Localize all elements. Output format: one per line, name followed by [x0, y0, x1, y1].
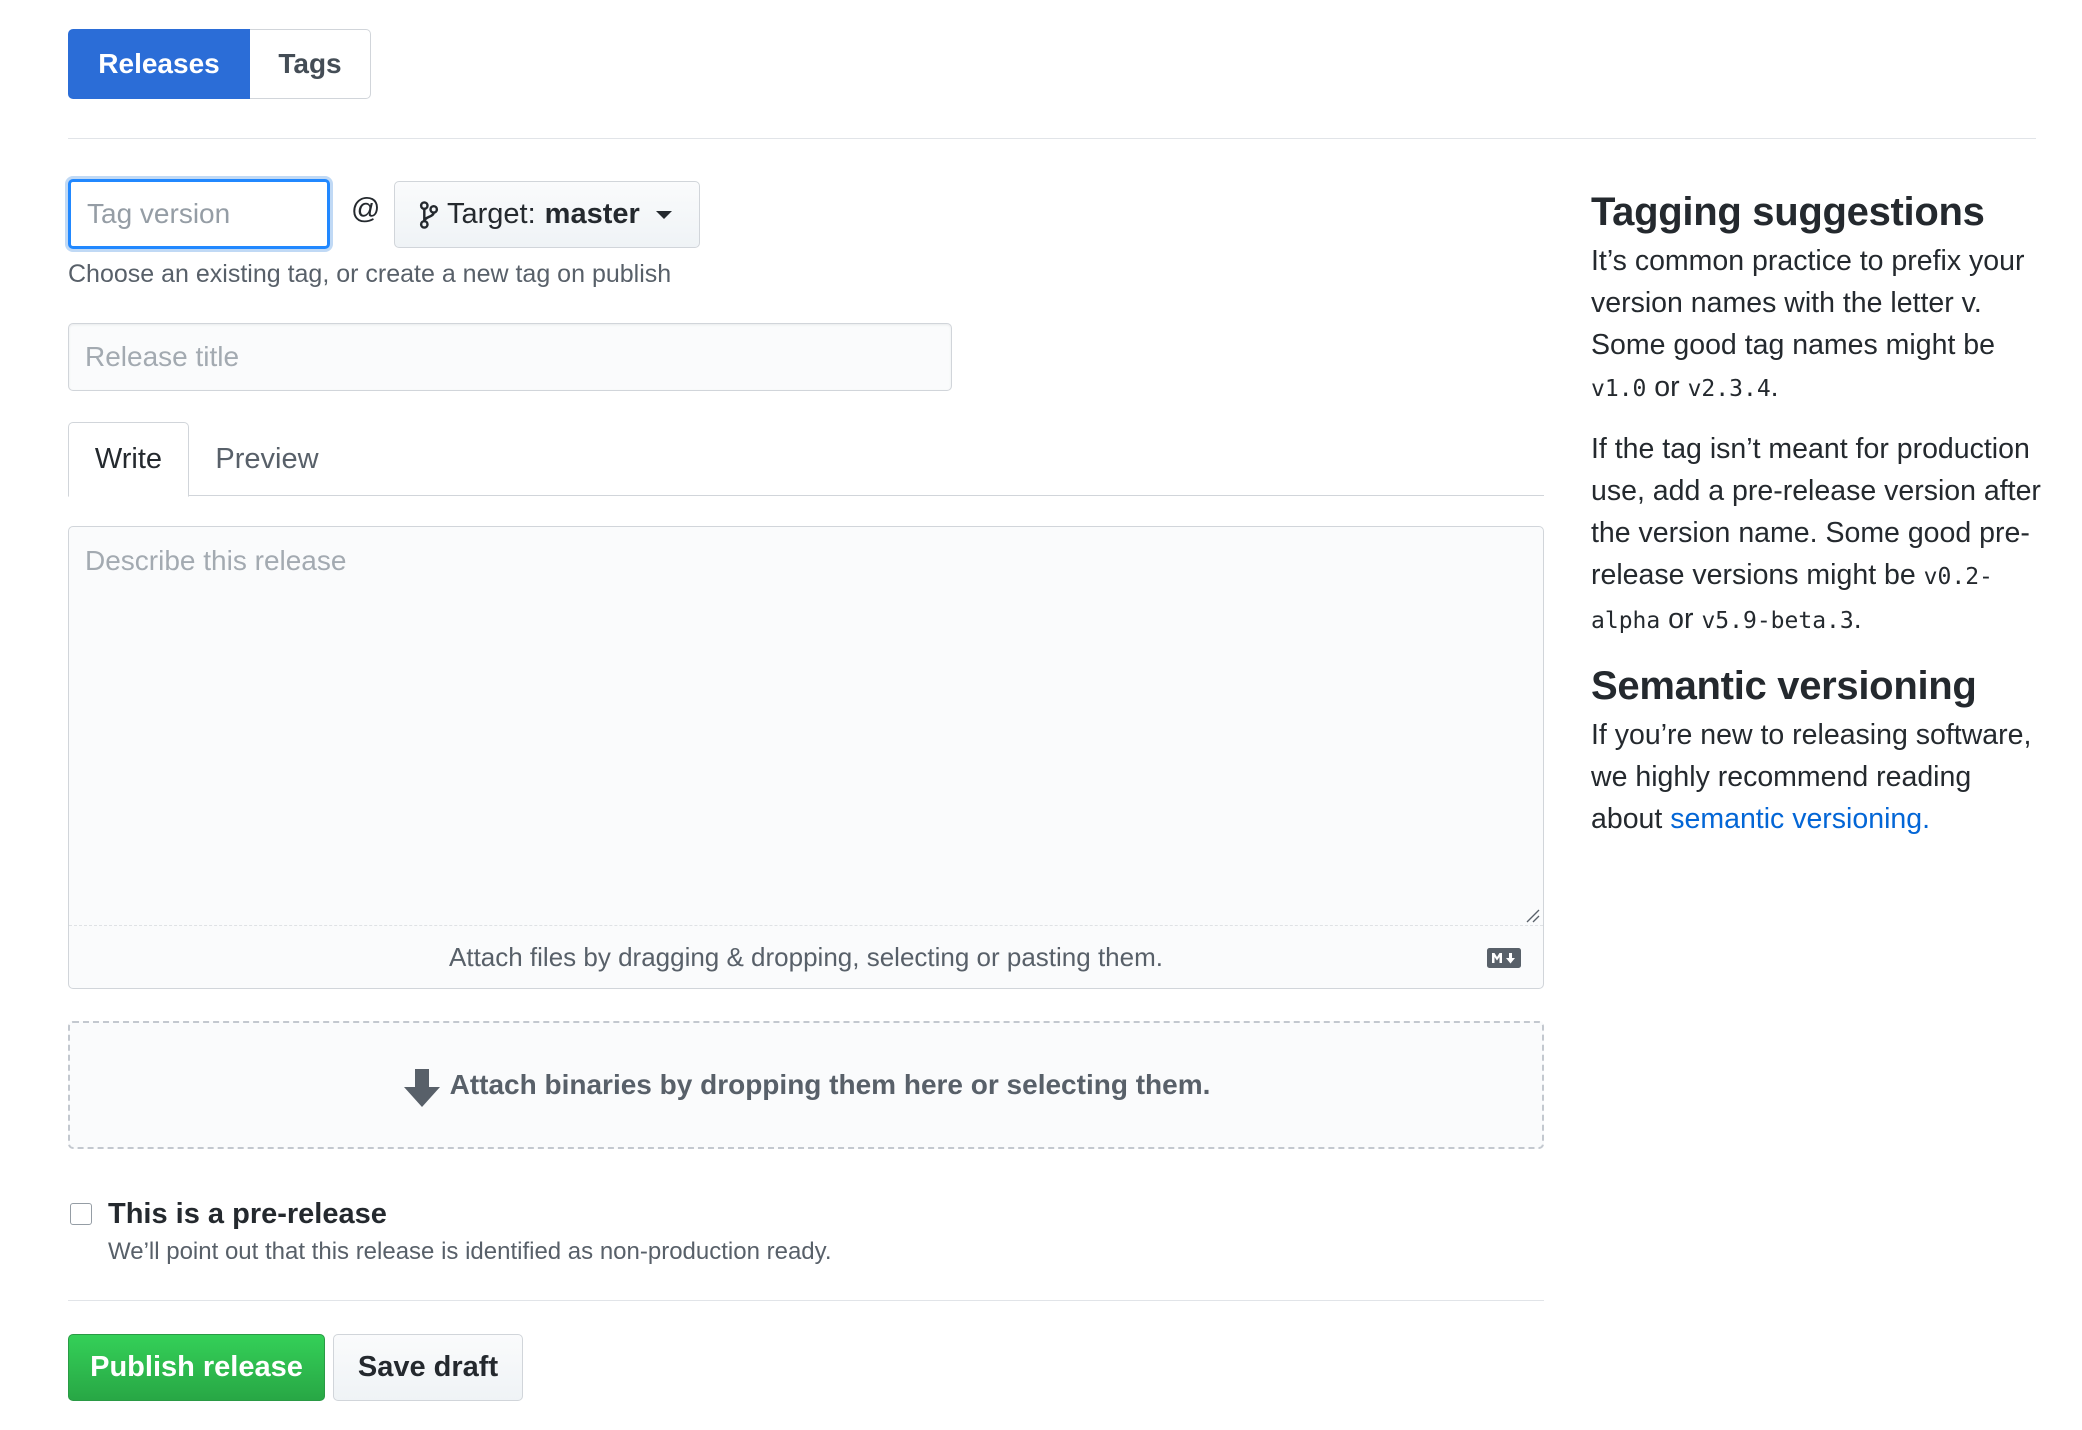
- form-divider: [68, 1300, 1544, 1301]
- semantic-versioning-heading: Semantic versioning: [1591, 664, 1977, 708]
- publish-release-button[interactable]: Publish release: [68, 1334, 325, 1401]
- tab-preview[interactable]: Preview: [193, 422, 341, 497]
- prerelease-label[interactable]: This is a pre-release: [108, 1198, 387, 1231]
- arrow-down-icon: [403, 1069, 440, 1107]
- semantic-versioning-link[interactable]: semantic versioning.: [1670, 803, 1930, 835]
- prerelease-checkbox[interactable]: [70, 1203, 92, 1225]
- header-divider: [68, 138, 2036, 139]
- resize-handle-icon[interactable]: [1524, 907, 1540, 923]
- prerelease-note: We’ll point out that this release is ide…: [108, 1238, 832, 1265]
- target-branch-name: master: [544, 198, 640, 230]
- release-description-textarea[interactable]: [69, 527, 1543, 925]
- release-sidebar: Tagging suggestions It’s common practice…: [1591, 184, 2041, 840]
- release-form-page: Releases Tags @ Target: master Choose an…: [0, 0, 2082, 1430]
- caret-down-icon: [655, 210, 672, 219]
- attach-files-text: Attach files by dragging & dropping, sel…: [449, 941, 1163, 972]
- tag-hint: Choose an existing tag, or create a new …: [68, 260, 672, 288]
- tagging-suggestions-text: It’s common practice to prefix your vers…: [1591, 245, 2025, 403]
- prerelease-suggestions-text: If the tag isn’t meant for production us…: [1591, 433, 2041, 635]
- tab-tags[interactable]: Tags: [250, 29, 371, 99]
- editor-tabs: Write Preview: [68, 422, 1544, 497]
- attach-files-bar[interactable]: Attach files by dragging & dropping, sel…: [69, 925, 1543, 988]
- target-label: Target:: [447, 198, 536, 230]
- save-draft-button[interactable]: Save draft: [333, 1334, 523, 1401]
- tab-write[interactable]: Write: [68, 422, 189, 497]
- release-description-editor: Attach files by dragging & dropping, sel…: [68, 526, 1544, 989]
- binaries-text: Attach binaries by dropping them here or…: [449, 1069, 1211, 1100]
- release-title-input[interactable]: [68, 323, 952, 391]
- git-branch-icon: [419, 200, 439, 229]
- tag-version-input[interactable]: [68, 179, 330, 249]
- markdown-icon[interactable]: [1487, 948, 1521, 968]
- tab-releases[interactable]: Releases: [68, 29, 250, 99]
- target-branch-select[interactable]: Target: master: [394, 181, 700, 248]
- semantic-versioning-text: If you’re new to releasing software, we …: [1591, 719, 2032, 835]
- tagging-suggestions-heading: Tagging suggestions: [1591, 190, 1985, 234]
- at-separator: @: [351, 193, 381, 225]
- releases-subnav: Releases Tags: [68, 29, 371, 99]
- binaries-drop-zone[interactable]: Attach binaries by dropping them here or…: [68, 1021, 1544, 1149]
